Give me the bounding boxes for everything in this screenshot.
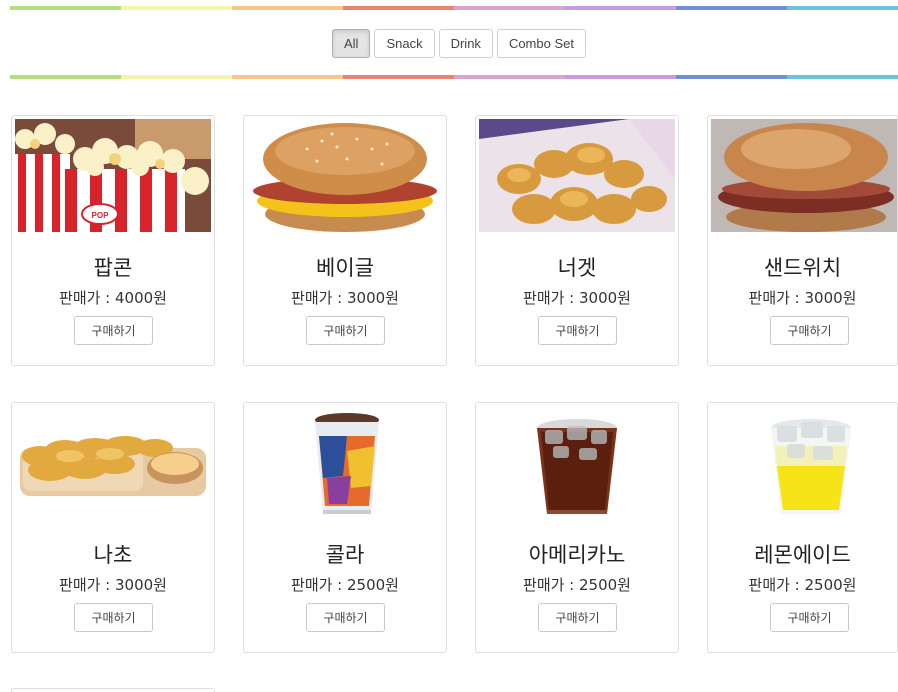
rainbow-divider-top — [10, 6, 898, 10]
nuggets-image[interactable] — [479, 119, 675, 232]
product-price: 판매가 : 4000원 — [59, 289, 167, 307]
filter-combo-set-button[interactable]: Combo Set — [496, 29, 586, 58]
cola-cup-image[interactable] — [247, 406, 443, 519]
nachos-image[interactable] — [15, 406, 211, 519]
product-card-nuggets: 너겟 판매가 : 3000원 구매하기 — [475, 115, 679, 366]
rainbow-segment — [232, 75, 343, 79]
product-price: 판매가 : 2500원 — [523, 576, 631, 594]
product-name: 레몬에이드 — [754, 543, 851, 567]
rainbow-segment — [676, 75, 787, 79]
rainbow-segment — [565, 6, 676, 10]
rainbow-segment — [454, 6, 565, 10]
product-card-partial — [11, 688, 215, 692]
buy-button[interactable]: 구매하기 — [306, 316, 385, 345]
rainbow-divider-bottom — [10, 75, 898, 79]
iced-americano-image[interactable] — [479, 406, 675, 519]
buy-button[interactable]: 구매하기 — [538, 603, 617, 632]
svg-text:POP: POP — [92, 211, 110, 220]
rainbow-segment — [121, 6, 232, 10]
filter-all-button[interactable]: All — [332, 29, 371, 58]
product-price: 판매가 : 2500원 — [291, 576, 399, 594]
rainbow-segment — [565, 75, 676, 79]
product-card-bagel: 베이글 판매가 : 3000원 구매하기 — [243, 115, 447, 366]
product-card-cola: 콜라 판매가 : 2500원 구매하기 — [243, 402, 447, 653]
filter-snack-button[interactable]: Snack — [374, 29, 435, 58]
product-price: 판매가 : 3000원 — [59, 576, 167, 594]
category-filter-group: All Snack Drink Combo Set — [0, 29, 898, 58]
sandwich-image[interactable] — [711, 119, 897, 232]
product-card-popcorn: POP 팝콘 판매가 : 4000원 구매하기 — [11, 115, 215, 366]
rainbow-segment — [10, 75, 121, 79]
product-name: 팝콘 — [93, 256, 133, 280]
rainbow-segment — [121, 75, 232, 79]
product-name: 콜라 — [325, 543, 365, 567]
product-name: 아메리카노 — [528, 543, 626, 567]
buy-button[interactable]: 구매하기 — [306, 603, 385, 632]
product-name: 베이글 — [316, 256, 374, 280]
rainbow-segment — [343, 6, 454, 10]
rainbow-segment — [676, 6, 787, 10]
product-price: 판매가 : 3000원 — [748, 289, 857, 307]
buy-button[interactable]: 구매하기 — [538, 316, 617, 345]
filter-drink-button[interactable]: Drink — [438, 29, 493, 58]
product-card-lemonade: 레몬에이드 판매가 : 2500원 구매하기 — [707, 402, 898, 653]
rainbow-segment — [343, 75, 454, 79]
rainbow-segment — [787, 6, 898, 10]
product-name: 나초 — [93, 543, 133, 567]
rainbow-segment — [787, 75, 898, 79]
buy-button[interactable]: 구매하기 — [74, 603, 153, 632]
product-price: 판매가 : 2500원 — [748, 576, 857, 594]
product-name: 샌드위치 — [763, 256, 842, 280]
popcorn-image[interactable]: POP — [15, 119, 211, 232]
product-price: 판매가 : 3000원 — [291, 289, 399, 307]
product-price: 판매가 : 3000원 — [523, 289, 631, 307]
rainbow-segment — [454, 75, 565, 79]
rainbow-segment — [232, 6, 343, 10]
lemonade-image[interactable] — [711, 406, 897, 519]
product-card-nachos: 나초 판매가 : 3000원 구매하기 — [11, 402, 215, 653]
buy-button[interactable]: 구매하기 — [770, 603, 849, 632]
bagel-sandwich-image[interactable] — [247, 119, 443, 232]
product-card-americano: 아메리카노 판매가 : 2500원 구매하기 — [475, 402, 679, 653]
buy-button[interactable]: 구매하기 — [74, 316, 153, 345]
rainbow-segment — [10, 6, 121, 10]
product-card-sandwich: 샌드위치 판매가 : 3000원 구매하기 — [707, 115, 898, 366]
buy-button[interactable]: 구매하기 — [770, 316, 849, 345]
product-name: 너겟 — [557, 256, 597, 280]
